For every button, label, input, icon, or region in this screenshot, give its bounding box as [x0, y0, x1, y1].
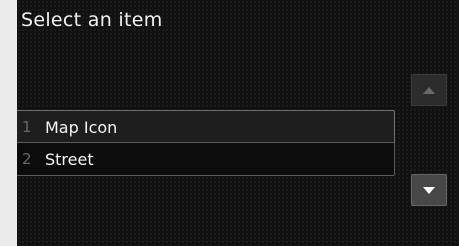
triangle-up-icon	[423, 86, 435, 94]
screen-title: Select an item	[21, 9, 163, 31]
list-item-number: 1	[22, 118, 32, 136]
list-item-label: Map Icon	[45, 117, 118, 137]
scroll-up-button[interactable]	[411, 74, 447, 106]
list-item-street[interactable]: 2 Street	[17, 142, 395, 176]
list-item-number: 2	[22, 150, 32, 168]
triangle-down-icon	[423, 186, 435, 194]
nav-screen: Select an item 1 Map Icon 2 Street	[17, 0, 459, 246]
scroll-down-button[interactable]	[411, 174, 447, 206]
list-item-label: Street	[45, 149, 94, 169]
list-item-map-icon[interactable]: 1 Map Icon	[17, 110, 395, 144]
